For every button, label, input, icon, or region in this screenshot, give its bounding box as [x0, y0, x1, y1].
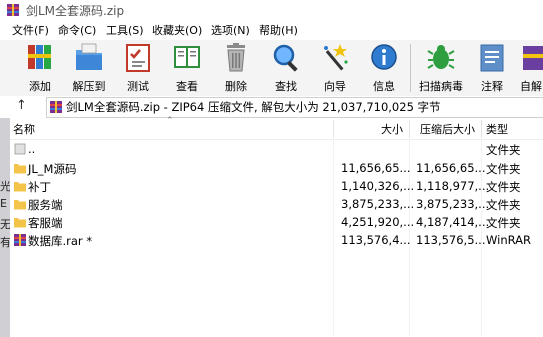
comment-icon	[480, 44, 504, 72]
menu-commands[interactable]: 命令(C)	[58, 22, 96, 38]
folder-icon	[14, 164, 26, 174]
file-name: JL_M源码	[28, 162, 77, 176]
file-type: WinRAR	[486, 233, 531, 247]
comment-label: 注释	[481, 80, 503, 93]
file-size: 113,576,4...	[341, 233, 411, 247]
trash-icon	[227, 43, 245, 72]
add-button[interactable]: 添加	[17, 42, 63, 94]
file-size: 3,875,233,...	[341, 197, 415, 211]
toolbar-separator	[410, 44, 411, 92]
virus-scan-label: 扫描病毒	[419, 80, 463, 93]
delete-label: 删除	[225, 80, 247, 93]
magnifier-icon	[273, 44, 298, 72]
file-name: 客服端	[28, 216, 63, 230]
winrar-app-icon	[7, 4, 19, 16]
file-name: 补丁	[28, 180, 51, 194]
info-icon	[371, 44, 397, 70]
file-size: 11,656,65...	[341, 161, 411, 175]
find-label: 查找	[275, 80, 297, 93]
file-name: ..	[28, 142, 36, 156]
info-label: 信息	[373, 80, 395, 93]
rar-archive-icon	[14, 234, 26, 246]
virus-scan-icon	[427, 45, 455, 69]
test-checklist-icon	[126, 44, 150, 72]
add-books-icon	[28, 45, 51, 69]
column-divider	[409, 120, 410, 138]
table-row[interactable]: 客服端 4,251,920,... 4,187,414,... 文件夹	[10, 213, 543, 231]
column-header-size[interactable]: 大小	[381, 121, 403, 137]
sort-ascending-icon: ⌃	[166, 116, 174, 126]
menu-options[interactable]: 选项(N)	[211, 22, 250, 38]
menu-file[interactable]: 文件(F)	[12, 22, 49, 38]
file-type: 文件夹	[486, 180, 521, 194]
column-divider	[481, 120, 482, 138]
menu-favorites[interactable]: 收藏夹(O)	[152, 22, 202, 38]
folder-icon	[14, 200, 26, 210]
sfx-icon	[523, 46, 543, 70]
test-label: 测试	[127, 80, 149, 93]
extract-to-button[interactable]: 解压到	[66, 42, 112, 94]
file-name: 服务端	[28, 198, 63, 212]
delete-button[interactable]: 删除	[213, 42, 259, 94]
file-packed: 1,118,977,...	[416, 179, 490, 193]
file-packed: 4,187,414,...	[416, 215, 490, 229]
address-text: 剑LM全套源码.zip - ZIP64 压缩文件, 解包大小为 21,037,7…	[66, 100, 441, 114]
folder-icon	[14, 218, 26, 228]
column-header-name[interactable]: 名称	[13, 121, 35, 137]
table-row[interactable]: .. 文件夹	[10, 140, 543, 158]
file-packed: 3,875,233,...	[416, 197, 490, 211]
folder-icon	[14, 182, 26, 192]
wizard-wand-icon	[324, 44, 348, 71]
wizard-button[interactable]: 向导	[312, 42, 358, 94]
test-button[interactable]: 测试	[115, 42, 161, 94]
archive-icon	[50, 101, 62, 113]
file-name: 数据库.rar *	[28, 234, 93, 248]
table-row[interactable]: 数据库.rar * 113,576,4... 113,576,5... WinR…	[10, 231, 543, 249]
parent-folder-icon	[14, 143, 26, 155]
file-type: 文件夹	[486, 216, 521, 230]
wizard-label: 向导	[324, 80, 346, 93]
menu-help[interactable]: 帮助(H)	[259, 22, 298, 38]
menu-tools[interactable]: 工具(S)	[106, 22, 144, 38]
column-divider	[333, 120, 334, 138]
extract-to-label: 解压到	[72, 80, 106, 93]
file-size: 4,251,920,...	[341, 215, 415, 229]
view-button[interactable]: 查看	[164, 42, 210, 94]
column-header-packed[interactable]: 压缩后大小	[420, 121, 475, 137]
add-label: 添加	[29, 80, 51, 93]
table-row[interactable]: JL_M源码 11,656,65... 11,656,65... 文件夹	[10, 159, 543, 177]
sfx-label: 自解	[520, 80, 542, 93]
view-book-icon	[174, 46, 200, 68]
sfx-button[interactable]: 自解	[516, 42, 543, 94]
find-button[interactable]: 查找	[263, 42, 309, 94]
view-label: 查看	[176, 80, 198, 93]
up-arrow-icon[interactable]: ↑	[16, 98, 30, 114]
strip-text-2: E	[0, 197, 7, 210]
table-row[interactable]: 补丁 1,140,326,... 1,118,977,... 文件夹	[10, 177, 543, 195]
file-size: 1,140,326,...	[341, 179, 415, 193]
info-button[interactable]: 信息	[361, 42, 407, 94]
table-row[interactable]: 服务端 3,875,233,... 3,875,233,... 文件夹	[10, 195, 543, 213]
file-packed: 11,656,65...	[416, 161, 486, 175]
file-type: 文件夹	[486, 143, 521, 157]
column-header-type[interactable]: 类型	[486, 121, 508, 137]
comment-button[interactable]: 注释	[469, 42, 515, 94]
virus-scan-button[interactable]: 扫描病毒	[418, 42, 464, 94]
file-type: 文件夹	[486, 162, 521, 176]
window-title: 剑LM全套源码.zip	[26, 4, 125, 18]
file-packed: 113,576,5...	[416, 233, 486, 247]
file-type: 文件夹	[486, 198, 521, 212]
extract-folder-icon	[76, 43, 102, 70]
